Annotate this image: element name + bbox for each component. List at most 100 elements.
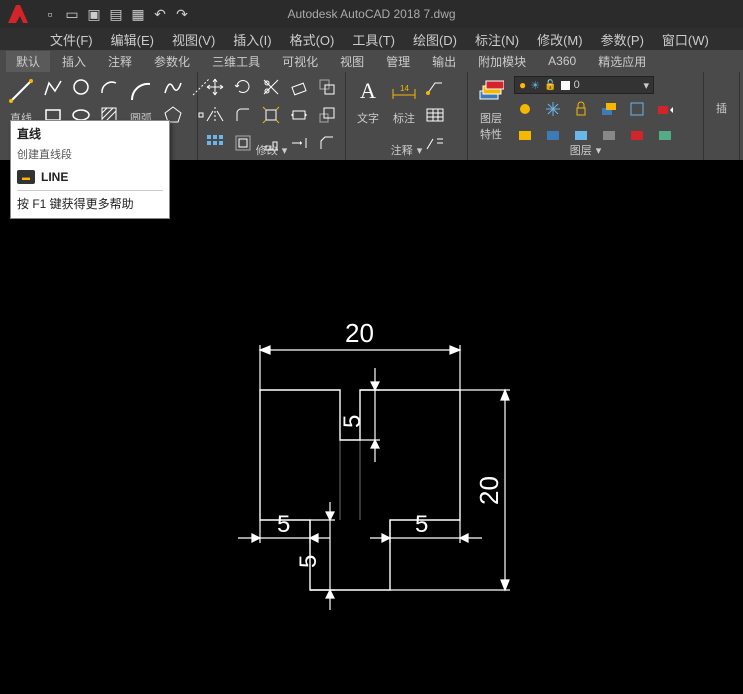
ribbon-tabs: 默认 插入 注释 参数化 三维工具 可视化 视图 管理 输出 附加模块 A360… xyxy=(0,50,743,72)
dim-label: 标注 xyxy=(393,110,415,126)
panel-annotate: A 文字 14 标注 注释▾ xyxy=(346,72,468,160)
tooltip-desc: 创建直线段 xyxy=(17,146,163,162)
explode-icon[interactable] xyxy=(260,104,282,126)
tab-manage[interactable]: 管理 xyxy=(376,51,420,72)
fillet-icon[interactable] xyxy=(232,104,254,126)
mirror-icon[interactable] xyxy=(204,104,226,126)
layer-props-button[interactable]: 图层 特性 xyxy=(474,76,508,146)
circle-icon[interactable] xyxy=(70,76,92,98)
menu-tools[interactable]: 工具(T) xyxy=(352,30,395,49)
tooltip-cmd-text: LINE xyxy=(41,170,68,184)
leader-icon[interactable] xyxy=(424,76,446,98)
layer-dropdown[interactable]: ● ☀ 🔓 0 ▾ xyxy=(514,76,654,94)
layer-freeze-icon[interactable] xyxy=(542,98,564,120)
layer-props-icon xyxy=(476,76,506,106)
more-label[interactable]: 插 xyxy=(710,100,733,116)
layer-match-icon[interactable] xyxy=(598,98,620,120)
table-icon[interactable] xyxy=(424,104,446,126)
panel-annotate-title[interactable]: 注释▾ xyxy=(346,142,467,158)
svg-text:5: 5 xyxy=(339,415,366,428)
menubar: 文件(F) 编辑(E) 视图(V) 插入(I) 格式(O) 工具(T) 绘图(D… xyxy=(0,28,743,50)
line-icon xyxy=(6,76,36,106)
layer-off-icon[interactable] xyxy=(514,98,536,120)
svg-text:20: 20 xyxy=(345,318,374,348)
panel-layer: 图层 特性 ● ☀ 🔓 0 ▾ xyxy=(468,72,704,160)
svg-text:14: 14 xyxy=(400,84,409,93)
menu-file[interactable]: 文件(F) xyxy=(50,30,93,49)
menu-window[interactable]: 窗口(W) xyxy=(662,30,709,49)
arc-icon[interactable] xyxy=(98,76,120,98)
menu-parameters[interactable]: 参数(P) xyxy=(601,30,644,49)
svg-text:20: 20 xyxy=(474,476,504,505)
open-icon[interactable]: ▭ xyxy=(64,6,80,22)
dimension-button[interactable]: 14 标注 xyxy=(388,76,420,146)
freeze-icon: ☀ xyxy=(530,79,540,92)
tab-3dtools[interactable]: 三维工具 xyxy=(202,51,270,72)
tooltip-help: 按 F1 键获得更多帮助 xyxy=(17,195,163,212)
quick-access-toolbar: ▫ ▭ ▣ ▤ ▦ ↶ ↷ xyxy=(42,6,190,22)
cad-drawing: 20 20 5 5 xyxy=(230,310,530,640)
panel-modify: 修改▾ xyxy=(198,72,346,160)
trim-icon[interactable] xyxy=(260,76,282,98)
menu-view[interactable]: 视图(V) xyxy=(172,30,215,49)
panel-modify-title[interactable]: 修改▾ xyxy=(198,142,345,158)
scale-icon[interactable] xyxy=(316,104,338,126)
svg-text:5: 5 xyxy=(415,511,428,538)
tab-visualize[interactable]: 可视化 xyxy=(272,51,328,72)
copy-icon[interactable] xyxy=(316,76,338,98)
menu-dimension[interactable]: 标注(N) xyxy=(475,30,519,49)
redo-icon[interactable]: ↷ xyxy=(174,6,190,22)
drawing-canvas[interactable]: 20 20 5 5 xyxy=(0,160,743,694)
layer-props-label: 图层 特性 xyxy=(480,110,502,142)
titlebar: ▫ ▭ ▣ ▤ ▦ ↶ ↷ Autodesk AutoCAD 2018 7.dw… xyxy=(0,0,743,28)
rotate-icon[interactable] xyxy=(232,76,254,98)
menu-draw[interactable]: 绘图(D) xyxy=(413,30,457,49)
panel-more: 插 xyxy=(704,72,740,160)
text-label: 文字 xyxy=(357,110,379,126)
menu-insert[interactable]: 插入(I) xyxy=(233,30,271,49)
tab-insert[interactable]: 插入 xyxy=(52,51,96,72)
polyline-icon[interactable] xyxy=(42,76,64,98)
move-icon[interactable] xyxy=(204,76,226,98)
tab-default[interactable]: 默认 xyxy=(6,51,50,72)
tab-featured[interactable]: 精选应用 xyxy=(588,51,656,72)
tab-a360[interactable]: A360 xyxy=(538,52,586,70)
plot-icon[interactable]: ▦ xyxy=(130,6,146,22)
dimension-icon: 14 xyxy=(389,76,419,106)
panel-layer-title[interactable]: 图层▾ xyxy=(468,142,703,158)
layer-iso-icon[interactable] xyxy=(626,98,648,120)
color-swatch xyxy=(561,81,570,90)
command-icon: ▬ xyxy=(17,170,35,184)
app-logo[interactable] xyxy=(0,0,40,28)
menu-format[interactable]: 格式(O) xyxy=(290,30,335,49)
tooltip-cmd: ▬ LINE xyxy=(17,170,163,184)
stretch-icon[interactable] xyxy=(288,104,310,126)
layer-name: 0 xyxy=(574,79,580,91)
lock-icon: 🔓 xyxy=(544,80,556,91)
undo-icon[interactable]: ↶ xyxy=(152,6,168,22)
text-icon: A xyxy=(353,76,383,106)
erase-icon[interactable] xyxy=(288,76,310,98)
svg-text:5: 5 xyxy=(295,555,322,568)
tab-annotate[interactable]: 注释 xyxy=(98,51,142,72)
saveas-icon[interactable]: ▤ xyxy=(108,6,124,22)
chevron-down-icon: ▾ xyxy=(643,79,649,92)
tab-parametric[interactable]: 参数化 xyxy=(144,51,200,72)
save-icon[interactable]: ▣ xyxy=(86,6,102,22)
new-icon[interactable]: ▫ xyxy=(42,6,58,22)
svg-text:5: 5 xyxy=(277,511,290,538)
arc-big-icon xyxy=(126,76,156,106)
tooltip: 直线 创建直线段 ▬ LINE 按 F1 键获得更多帮助 xyxy=(10,120,170,219)
text-button[interactable]: A 文字 xyxy=(352,76,384,146)
layer-prev-icon[interactable] xyxy=(654,98,676,120)
tab-view[interactable]: 视图 xyxy=(330,51,374,72)
layer-lock-icon[interactable] xyxy=(570,98,592,120)
menu-modify[interactable]: 修改(M) xyxy=(537,30,583,49)
tooltip-title: 直线 xyxy=(17,125,163,142)
spline-icon[interactable] xyxy=(162,76,184,98)
bulb-icon: ● xyxy=(519,78,526,92)
window-title: Autodesk AutoCAD 2018 7.dwg xyxy=(287,7,455,21)
tab-output[interactable]: 输出 xyxy=(422,51,466,72)
tab-addon[interactable]: 附加模块 xyxy=(468,51,536,72)
menu-edit[interactable]: 编辑(E) xyxy=(111,30,154,49)
